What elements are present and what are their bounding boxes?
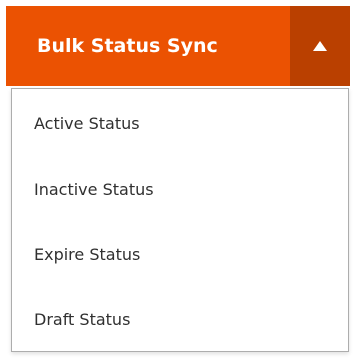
- status-dropdown-menu: Active Status Inactive Status Expire Sta…: [11, 88, 349, 352]
- menu-item-inactive-status[interactable]: Inactive Status: [12, 157, 348, 222]
- menu-item-expire-status[interactable]: Expire Status: [12, 222, 348, 287]
- caret-up-icon: [312, 40, 328, 52]
- menu-item-label: Inactive Status: [34, 180, 154, 199]
- dropdown-toggle-button[interactable]: [290, 6, 350, 86]
- menu-item-draft-status[interactable]: Draft Status: [12, 287, 348, 352]
- split-button-bar: Bulk Status Sync: [6, 6, 350, 86]
- bulk-status-sync-button[interactable]: Bulk Status Sync: [6, 6, 290, 86]
- bulk-status-sync-label: Bulk Status Sync: [37, 35, 218, 57]
- menu-item-label: Draft Status: [34, 310, 131, 329]
- menu-item-active-status[interactable]: Active Status: [12, 89, 348, 157]
- menu-item-label: Expire Status: [34, 245, 141, 264]
- menu-item-label: Active Status: [34, 113, 140, 133]
- bulk-status-sync-split-button: Bulk Status Sync Active Status Inactive …: [6, 6, 350, 352]
